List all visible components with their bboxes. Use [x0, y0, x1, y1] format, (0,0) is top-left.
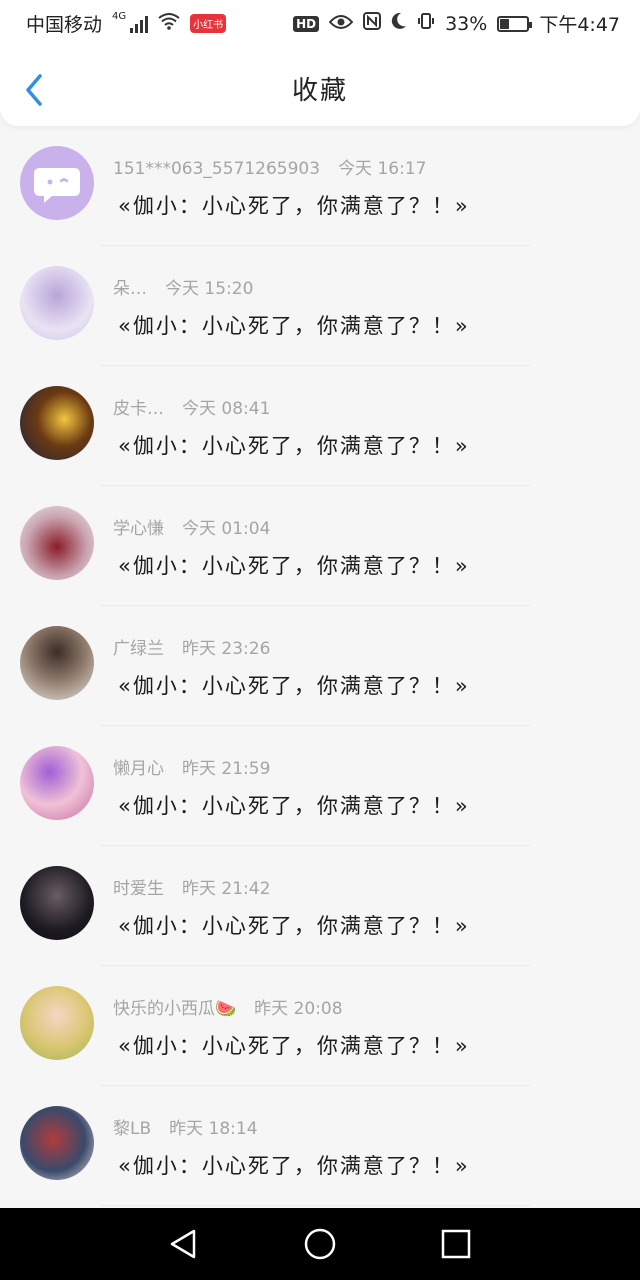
user-name[interactable]: 快乐的小西瓜🍉	[113, 999, 236, 1019]
item-meta: 朵… 今天 15:20	[113, 274, 253, 299]
item-meta: 皮卡… 今天 08:41	[113, 394, 270, 419]
avatar[interactable]	[20, 986, 94, 1060]
battery-icon	[497, 15, 533, 32]
item-meta: 懒月心 昨天 21:59	[113, 754, 270, 779]
timestamp: 今天 16:17	[338, 159, 427, 179]
favorite-message[interactable]: «伽小：小心死了，你满意了？！»	[118, 1030, 470, 1060]
favorite-item[interactable]: 皮卡… 今天 08:41 «伽小：小心死了，你满意了？！»	[0, 366, 640, 486]
user-name[interactable]: 朵…	[113, 279, 147, 299]
item-meta: 时爱生 昨天 21:42	[113, 874, 270, 899]
network-type: 4G	[112, 11, 127, 22]
favorite-item[interactable]: 时爱生 昨天 21:42 «伽小：小心死了，你满意了？！»	[0, 846, 640, 966]
hd-badge: HD	[293, 15, 320, 32]
clock: 下午4:47	[539, 14, 620, 36]
wifi-icon	[158, 12, 180, 35]
moon-icon	[391, 12, 407, 35]
favorite-item[interactable]: 广绿兰 昨天 23:26 «伽小：小心死了，你满意了？！»	[0, 606, 640, 726]
favorite-item[interactable]: 快乐的小西瓜🍉 昨天 20:08 «伽小：小心死了，你满意了？！»	[0, 966, 640, 1086]
signal-icon	[130, 15, 149, 33]
avatar[interactable]	[20, 1106, 94, 1180]
item-meta: 151***063_5571265903 今天 16:17	[113, 154, 426, 179]
timestamp: 昨天 21:59	[182, 759, 271, 779]
item-meta: 广绿兰 昨天 23:26	[113, 634, 270, 659]
favorite-item[interactable]: 黎LB 昨天 18:14 «伽小：小心死了，你满意了？！»	[0, 1086, 640, 1206]
favorite-message[interactable]: «伽小：小心死了，你满意了？！»	[118, 790, 470, 820]
timestamp: 今天 08:41	[182, 399, 271, 419]
system-nav-bar	[0, 1208, 640, 1280]
avatar[interactable]	[20, 866, 94, 940]
user-name[interactable]: 懒月心	[113, 759, 164, 779]
favorite-item[interactable]: 151***063_5571265903 今天 16:17 «伽小：小心死了，你满意…	[0, 126, 640, 246]
eye-icon	[328, 13, 354, 35]
favorite-message[interactable]: «伽小：小心死了，你满意了？！»	[118, 190, 470, 220]
favorite-message[interactable]: «伽小：小心死了，你满意了？！»	[118, 910, 470, 940]
triangle-back-icon	[170, 1229, 196, 1259]
avatar[interactable]	[20, 386, 94, 460]
divider	[100, 1205, 530, 1206]
avatar[interactable]	[20, 746, 94, 820]
avatar[interactable]	[20, 146, 94, 220]
carrier-label: 中国移动	[26, 14, 103, 36]
avatar[interactable]	[20, 266, 94, 340]
item-meta: 快乐的小西瓜🍉 昨天 20:08	[113, 994, 343, 1019]
page-title: 收藏	[291, 76, 348, 106]
nav-back-button[interactable]	[166, 1226, 202, 1262]
favorite-message[interactable]: «伽小：小心死了，你满意了？！»	[118, 310, 470, 340]
favorite-message[interactable]: «伽小：小心死了，你满意了？！»	[118, 550, 470, 580]
app-notification-badge: 小红书	[190, 14, 227, 33]
item-meta: 学心慊 今天 01:04	[113, 514, 270, 539]
avatar[interactable]	[20, 626, 94, 700]
item-meta: 黎LB 昨天 18:14	[113, 1114, 258, 1139]
app-header: 收藏	[0, 44, 640, 126]
favorite-message[interactable]: «伽小：小心死了，你满意了？！»	[118, 1150, 470, 1180]
user-name[interactable]: 黎LB	[113, 1119, 151, 1139]
timestamp: 昨天 18:14	[169, 1119, 258, 1139]
user-name[interactable]: 学心慊	[113, 519, 164, 539]
user-name[interactable]: 151***063_5571265903	[113, 159, 320, 179]
square-recents-icon	[441, 1229, 471, 1259]
user-name[interactable]: 时爱生	[113, 879, 164, 899]
nfc-icon	[363, 12, 382, 35]
avatar[interactable]	[20, 506, 94, 580]
timestamp: 昨天 23:26	[182, 639, 271, 659]
timestamp: 昨天 21:42	[182, 879, 271, 899]
chat-bubble-icon	[34, 168, 80, 203]
status-bar: 中国移动 4G 小红书 HD 33% 下午4:47	[0, 0, 640, 44]
favorite-message[interactable]: «伽小：小心死了，你满意了？！»	[118, 430, 470, 460]
timestamp: 今天 15:20	[165, 279, 254, 299]
timestamp: 昨天 20:08	[254, 999, 343, 1019]
nav-home-button[interactable]	[302, 1226, 338, 1262]
circle-home-icon	[304, 1228, 336, 1260]
user-name[interactable]: 皮卡…	[113, 399, 164, 419]
nav-recents-button[interactable]	[438, 1226, 474, 1262]
vibrate-icon	[417, 12, 435, 35]
user-name[interactable]: 广绿兰	[113, 639, 164, 659]
timestamp: 今天 01:04	[182, 519, 271, 539]
favorite-item[interactable]: 懒月心 昨天 21:59 «伽小：小心死了，你满意了？！»	[0, 726, 640, 846]
favorite-item[interactable]: 学心慊 今天 01:04 «伽小：小心死了，你满意了？！»	[0, 486, 640, 606]
favorites-list: 151***063_5571265903 今天 16:17 «伽小：小心死了，你满意…	[0, 126, 640, 1206]
favorite-message[interactable]: «伽小：小心死了，你满意了？！»	[118, 670, 470, 700]
battery-percent: 33%	[445, 12, 488, 35]
favorite-item[interactable]: 朵… 今天 15:20 «伽小：小心死了，你满意了？！»	[0, 246, 640, 366]
